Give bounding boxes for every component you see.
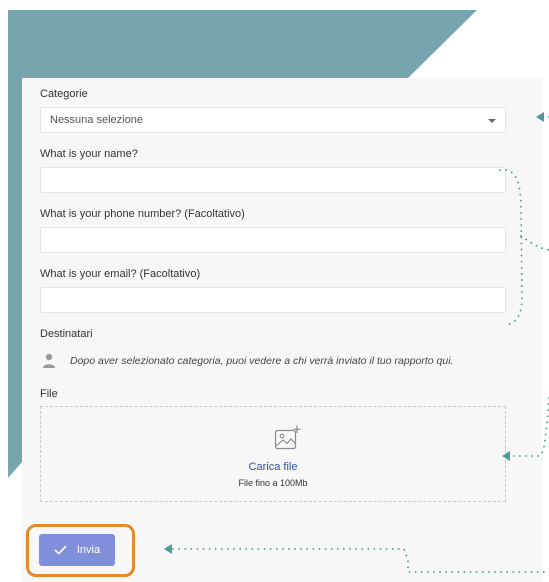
submit-label: Invia <box>76 544 101 556</box>
report-form: Categorie Nessuna selezione What is your… <box>22 78 542 582</box>
email-label: What is your email? (Facoltativo) <box>40 268 201 280</box>
chevron-down-icon <box>488 119 496 123</box>
person-icon <box>43 353 55 368</box>
phone-label: What is your phone number? (Facoltativo) <box>40 208 245 220</box>
image-add-icon <box>274 425 301 450</box>
submit-button[interactable]: Invia <box>39 534 115 566</box>
file-label: File <box>40 388 58 400</box>
recipients-label: Destinatari <box>40 328 93 340</box>
category-select-value: Nessuna selezione <box>50 114 143 126</box>
recipients-message: Dopo aver selezionato categoria, puoi ve… <box>70 355 454 367</box>
name-field-wrapper <box>40 167 506 193</box>
phone-field-wrapper <box>40 227 506 253</box>
check-icon <box>54 545 67 555</box>
upload-size-hint: File fino a 100Mb <box>238 478 308 488</box>
file-dropzone[interactable]: Carica file File fino a 100Mb <box>40 406 506 502</box>
name-field[interactable] <box>41 168 505 192</box>
email-field-wrapper <box>40 287 506 313</box>
category-select[interactable]: Nessuna selezione <box>40 107 506 133</box>
upload-file-link[interactable]: Carica file <box>41 461 505 473</box>
email-field[interactable] <box>41 288 505 312</box>
phone-field[interactable] <box>41 228 505 252</box>
category-label: Categorie <box>40 88 88 100</box>
name-label: What is your name? <box>40 148 138 160</box>
recipients-info: Dopo aver selezionato categoria, puoi ve… <box>40 353 510 371</box>
